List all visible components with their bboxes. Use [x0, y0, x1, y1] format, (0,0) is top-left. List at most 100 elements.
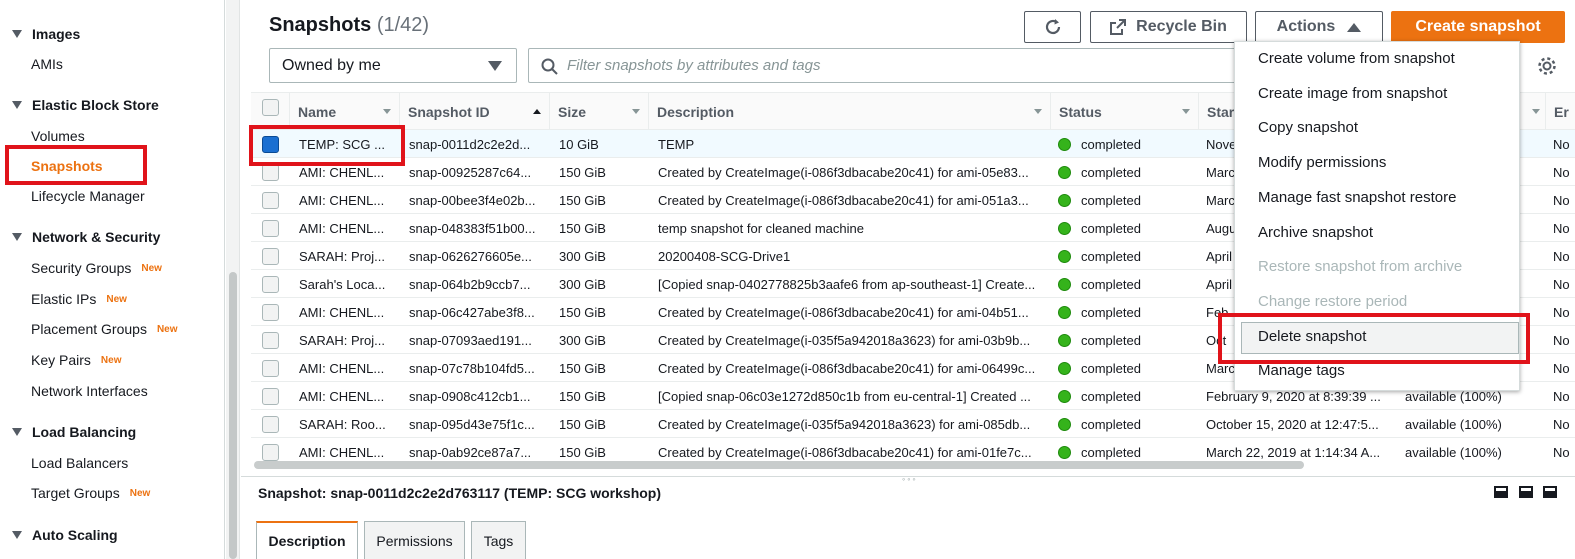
resize-grip-icon[interactable]: ◦◦◦ [902, 474, 918, 484]
sidebar-item-key-pairs[interactable]: Key Pairs New [31, 352, 121, 368]
status-ok-icon [1058, 305, 1071, 319]
layout-bottom-icon[interactable] [1494, 486, 1508, 498]
column-header-encryption[interactable]: Er [1545, 93, 1575, 131]
row-checkbox[interactable] [262, 164, 279, 181]
tab-description[interactable]: Description [256, 521, 358, 559]
row-checkbox[interactable] [262, 304, 279, 321]
cell-snapshot-id: snap-00925287c64... [409, 164, 532, 180]
recycle-bin-button[interactable]: Recycle Bin [1090, 11, 1247, 43]
cell-size: 300 GiB [559, 248, 606, 264]
sidebar-item-elastic-ips[interactable]: Elastic IPs New [31, 291, 127, 307]
cell-description: Created by CreateImage(i-086f3dbacabe20c… [658, 444, 1032, 460]
select-all-checkbox[interactable] [262, 99, 279, 116]
cell-description: temp snapshot for cleaned machine [658, 220, 864, 236]
row-checkbox[interactable] [262, 276, 279, 293]
sidebar-item-lifecycle-manager[interactable]: Lifecycle Manager [31, 188, 145, 204]
cell-size: 300 GiB [559, 332, 606, 348]
cell-description: Created by CreateImage(i-035f5a942018a36… [658, 416, 1031, 432]
gear-icon[interactable] [1536, 55, 1558, 77]
row-checkbox[interactable] [262, 444, 279, 461]
column-header-description[interactable]: Description [648, 93, 1050, 131]
row-checkbox[interactable] [262, 220, 279, 237]
cell-description: Created by CreateImage(i-086f3dbacabe20c… [658, 192, 1029, 208]
table-row[interactable]: SARAH: Roo... snap-095d43e75f1c... 150 GiB… [251, 410, 1575, 438]
menu-item-create-image-from-snapshot[interactable]: Create image from snapshot [1258, 85, 1447, 102]
sidebar-item-target-groups[interactable]: Target Groups New [31, 485, 150, 501]
row-checkbox[interactable] [262, 192, 279, 209]
collapse-triangle-icon [12, 233, 22, 241]
sidebar-section-load-balancing[interactable]: Load Balancing [12, 424, 136, 440]
sidebar-item-placement-groups[interactable]: Placement Groups New [31, 321, 178, 337]
row-checkbox[interactable] [262, 416, 279, 433]
cell-encryption: No [1553, 192, 1570, 208]
sidebar-scrollbar-thumb[interactable] [229, 272, 237, 559]
menu-item-create-volume-from-snapshot[interactable]: Create volume from snapshot [1258, 50, 1455, 67]
cell-description: TEMP [658, 136, 695, 152]
menu-item-manage-fast-snapshot-restore[interactable]: Manage fast snapshot restore [1258, 189, 1456, 206]
cell-status: completed [1058, 410, 1198, 438]
row-checkbox[interactable] [262, 248, 279, 265]
sort-icon [383, 109, 391, 114]
cell-description: Created by CreateImage(i-086f3dbacabe20c… [658, 164, 1029, 180]
status-ok-icon [1058, 249, 1071, 263]
cell-snapshot-id: snap-00bee3f4e02b... [409, 192, 536, 208]
sidebar-section-network-security[interactable]: Network & Security [12, 229, 160, 245]
create-snapshot-button[interactable]: Create snapshot [1391, 11, 1565, 43]
collapse-triangle-icon [12, 428, 22, 436]
actions-button[interactable]: Actions [1255, 11, 1383, 43]
refresh-button[interactable] [1024, 11, 1081, 43]
external-link-icon [1110, 19, 1127, 35]
cell-size: 10 GiB [559, 136, 599, 152]
cell-started: March 22, 2019 at 1:14:34 A... [1206, 444, 1381, 460]
column-header-size[interactable]: Size [549, 93, 648, 131]
tab-tags[interactable]: Tags [471, 521, 526, 559]
cell-progress: available (100%) [1405, 416, 1502, 432]
sidebar-item-security-groups[interactable]: Security Groups New [31, 260, 162, 276]
status-ok-icon [1058, 445, 1071, 459]
sidebar-section-auto-scaling[interactable]: Auto Scaling [12, 527, 118, 543]
tab-permissions[interactable]: Permissions [364, 521, 465, 559]
row-checkbox[interactable] [262, 332, 279, 349]
sidebar: Images AMIs Elastic Block Store Volumes … [0, 0, 225, 559]
cell-snapshot-id: snap-0011d2c2e2d... [409, 136, 531, 152]
menu-item-archive-snapshot[interactable]: Archive snapshot [1258, 224, 1373, 241]
sidebar-item-network-interfaces[interactable]: Network Interfaces [31, 383, 148, 399]
status-ok-icon [1058, 389, 1071, 403]
menu-item-manage-tags[interactable]: Manage tags [1258, 362, 1345, 379]
owner-filter-select[interactable]: Owned by me [269, 48, 517, 83]
cell-name: AMI: CHENL... [299, 220, 385, 236]
cell-snapshot-id: snap-06c427abe3f8... [409, 304, 535, 320]
sidebar-item-amis[interactable]: AMIs [31, 56, 63, 72]
menu-item-delete-snapshot[interactable]: Delete snapshot [1258, 328, 1366, 345]
column-header-snapshot-id[interactable]: Snapshot ID [399, 93, 549, 131]
cell-status: completed [1058, 382, 1198, 410]
cell-size: 150 GiB [559, 304, 606, 320]
menu-item-copy-snapshot[interactable]: Copy snapshot [1258, 119, 1358, 136]
column-header-status[interactable]: Status [1050, 93, 1198, 131]
cell-encryption: No [1553, 388, 1570, 404]
cell-status: completed [1058, 214, 1198, 242]
sort-icon [1532, 109, 1540, 114]
cell-name: AMI: CHENL... [299, 304, 385, 320]
row-checkbox[interactable] [262, 388, 279, 405]
cell-snapshot-id: snap-0626276605e... [409, 248, 532, 264]
cell-size: 300 GiB [559, 276, 606, 292]
sidebar-item-load-balancers[interactable]: Load Balancers [31, 455, 128, 471]
status-ok-icon [1058, 417, 1071, 431]
cell-size: 150 GiB [559, 444, 606, 460]
cell-name: SARAH: Proj... [299, 248, 385, 264]
filter-snapshots-input[interactable] [567, 57, 1217, 74]
filter-search-box[interactable] [528, 48, 1244, 83]
cell-encryption: No [1553, 136, 1570, 152]
sidebar-item-volumes[interactable]: Volumes [31, 128, 85, 144]
sidebar-section-images[interactable]: Images [12, 26, 80, 42]
table-horizontal-scrollbar[interactable] [254, 461, 1304, 469]
cell-name: SARAH: Roo... [299, 416, 386, 432]
sidebar-section-elastic-block-store[interactable]: Elastic Block Store [12, 97, 159, 113]
layout-top-icon[interactable] [1543, 486, 1557, 498]
table-row[interactable]: AMI: CHENL... snap-0ab92ce87a7... 150 GiB C… [251, 438, 1575, 462]
cell-size: 150 GiB [559, 192, 606, 208]
row-checkbox[interactable] [262, 360, 279, 377]
layout-split-icon[interactable] [1519, 486, 1533, 498]
menu-item-modify-permissions[interactable]: Modify permissions [1258, 154, 1386, 171]
